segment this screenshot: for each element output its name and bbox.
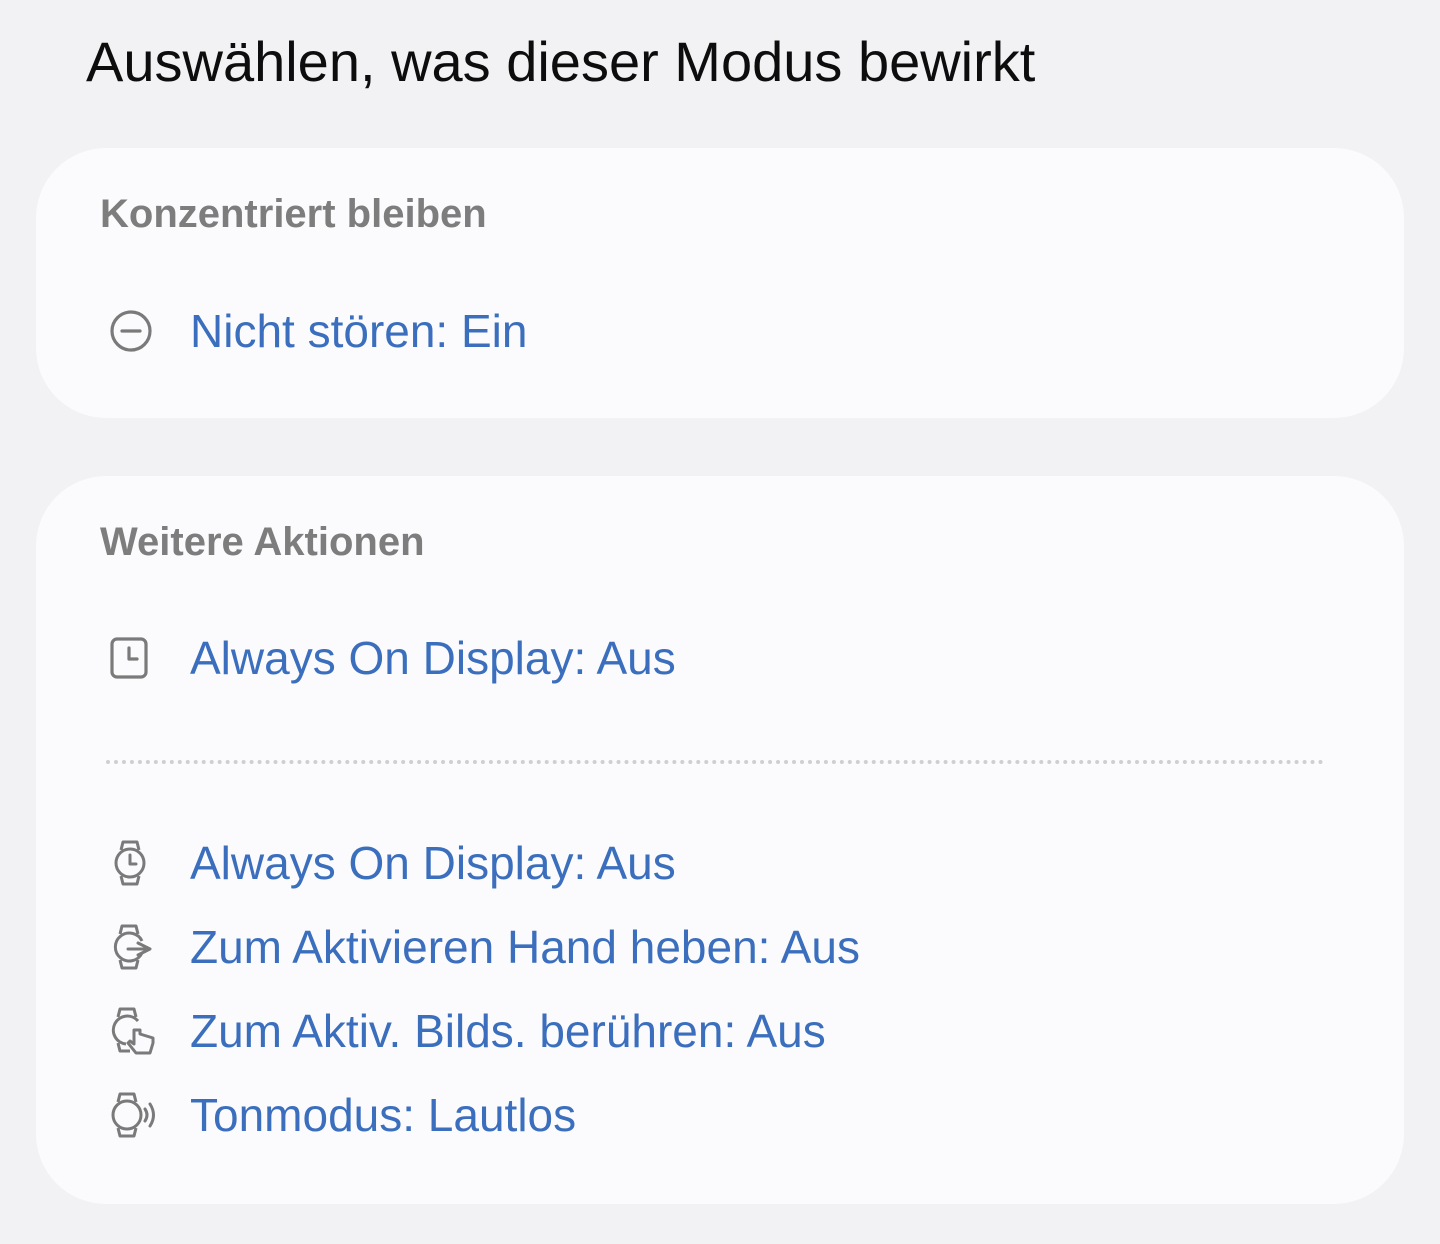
phone-always-on-display-item[interactable]: Always On Display: Aus: [100, 621, 1340, 695]
more-actions-card: Weitere Aktionen Always On Display: Aus …: [36, 476, 1404, 1204]
touch-to-wake-label: Zum Aktiv. Bilds. berühren: Aus: [190, 1005, 826, 1057]
raise-to-wake-item[interactable]: Zum Aktivieren Hand heben: Aus: [100, 910, 1340, 984]
do-not-disturb-label: Nicht stören: Ein: [190, 305, 528, 357]
do-not-disturb-icon: [100, 306, 190, 356]
watch-always-on-display-item[interactable]: Always On Display: Aus: [100, 826, 1340, 900]
section-header-focus: Konzentriert bleiben: [100, 192, 487, 236]
section-header-more-actions: Weitere Aktionen: [100, 520, 425, 564]
raise-to-wake-label: Zum Aktivieren Hand heben: Aus: [190, 921, 860, 973]
watch-touch-icon: [100, 1006, 190, 1056]
sound-mode-item[interactable]: Tonmodus: Lautlos: [100, 1078, 1340, 1152]
do-not-disturb-item[interactable]: Nicht stören: Ein: [100, 294, 1340, 368]
watch-sound-icon: [100, 1090, 190, 1140]
page-title: Auswählen, was dieser Modus bewirkt: [86, 30, 1036, 93]
phone-always-on-display-label: Always On Display: Aus: [190, 632, 676, 684]
focus-card: Konzentriert bleiben Nicht stören: Ein: [36, 148, 1404, 418]
watch-always-on-display-label: Always On Display: Aus: [190, 837, 676, 889]
section-divider: [106, 760, 1324, 764]
watch-icon: [100, 838, 190, 888]
touch-to-wake-item[interactable]: Zum Aktiv. Bilds. berühren: Aus: [100, 994, 1340, 1068]
phone-clock-icon: [100, 633, 190, 683]
sound-mode-label: Tonmodus: Lautlos: [190, 1089, 577, 1141]
watch-raise-hand-icon: [100, 922, 190, 972]
